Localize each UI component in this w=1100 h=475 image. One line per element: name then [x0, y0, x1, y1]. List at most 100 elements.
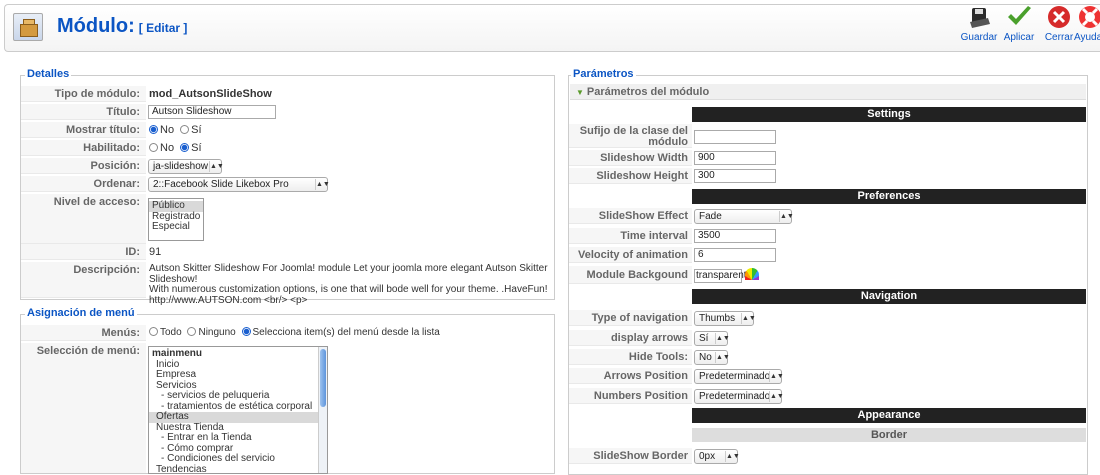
- chevron-updown-icon: ▲▼: [769, 391, 784, 402]
- velocity-input[interactable]: 6: [694, 248, 776, 262]
- show-title-no-radio[interactable]: [149, 125, 158, 134]
- arrows-value: Sí: [699, 333, 709, 344]
- menus-all-radio[interactable]: [149, 327, 158, 336]
- menu-item[interactable]: - Entrar en la Tienda: [149, 432, 327, 444]
- chevron-updown-icon: ▲▼: [715, 333, 730, 344]
- background-label: Module Backgound: [569, 266, 692, 284]
- row-menu-selection: Selección de menú: mainmenu Inicio Empresa…: [21, 343, 554, 474]
- chevron-updown-icon: ▲▼: [725, 451, 740, 462]
- menu-assignment-fieldset: Asignación de menú Menús: Todo Ninguno S…: [20, 307, 555, 474]
- menu-assignment-legend: Asignación de menú: [25, 307, 137, 319]
- hide-tools-select[interactable]: No ▲▼: [694, 350, 730, 365]
- section-preferences: Preferences: [692, 189, 1086, 204]
- chevron-updown-icon: ▲▼: [741, 313, 756, 324]
- menu-item[interactable]: - servicios de peluqueria: [149, 390, 327, 402]
- arrows-position-value: Predeterminado: [699, 371, 771, 382]
- position-value: ja-slideshow: [153, 161, 209, 172]
- slideshow-border-label: SlideShow Border: [569, 448, 692, 464]
- show-title-label: Mostrar título:: [21, 122, 146, 138]
- row-description: Descripción: Autson Skitter Slideshow Fo…: [21, 262, 554, 305]
- section-navigation: Navigation: [692, 289, 1086, 304]
- row-order: Ordenar: 2::Facebook Slide Likebox Pro ▲…: [21, 176, 554, 192]
- menu-item[interactable]: mainmenu: [149, 348, 327, 360]
- background-input[interactable]: transparent: [694, 269, 747, 283]
- page-header: Módulo:[ Editar ]: [4, 4, 1100, 52]
- menus-all-label: Todo: [160, 327, 182, 338]
- width-input[interactable]: 900: [694, 151, 776, 165]
- velocity-label: Velocity of animation: [569, 247, 692, 263]
- close-icon: [1045, 4, 1073, 30]
- nav-type-select[interactable]: Thumbs ▲▼: [694, 311, 756, 326]
- interval-input[interactable]: 3500: [694, 229, 776, 243]
- menu-item[interactable]: Ofertas: [149, 411, 327, 423]
- menu-item[interactable]: Empresa: [149, 369, 327, 381]
- interval-label: Time interval: [569, 228, 692, 244]
- description-line: http://www.AUTSON.com <br/> <p>: [149, 294, 308, 306]
- chevron-updown-icon: ▲▼: [715, 352, 730, 363]
- show-title-yes-radio[interactable]: [180, 125, 190, 134]
- access-label: Nivel de acceso:: [21, 194, 146, 244]
- enabled-label: Habilitado:: [21, 140, 146, 156]
- slideshow-border-select[interactable]: 0px ▲▼: [694, 449, 740, 464]
- module-icon: [13, 13, 43, 41]
- color-picker-icon[interactable]: [745, 268, 759, 280]
- order-select[interactable]: 2::Facebook Slide Likebox Pro ▲▼: [148, 177, 330, 192]
- row-enabled: Habilitado: No Sí: [21, 140, 554, 156]
- row-show-title: Mostrar título: No Sí: [21, 122, 554, 138]
- menu-selection-label: Selección de menú:: [21, 343, 146, 473]
- row-access: Nivel de acceso: Público Registrado Espe…: [21, 194, 554, 244]
- hide-tools-label: Hide Tools:: [569, 349, 692, 365]
- help-label: Ayuda: [1074, 32, 1100, 43]
- menus-none-radio[interactable]: [187, 327, 197, 336]
- nav-type-value: Thumbs: [699, 313, 736, 324]
- enabled-no-radio[interactable]: [149, 143, 158, 152]
- menu-item[interactable]: - Condiciones del servicio: [149, 453, 327, 465]
- panel-title: Parámetros del módulo: [586, 86, 710, 98]
- parameters-fieldset: Parámetros ▼ Parámetros del módulo Settin…: [568, 68, 1088, 475]
- menus-select-radio[interactable]: [241, 327, 251, 336]
- suffix-input[interactable]: [694, 130, 776, 144]
- subsection-border: Border: [692, 428, 1086, 442]
- scrollbar-thumb[interactable]: [320, 349, 326, 407]
- id-value: 91: [149, 246, 162, 258]
- chevron-updown-icon: ▲▼: [769, 371, 784, 382]
- chevron-updown-icon: ▲▼: [315, 179, 330, 190]
- height-input[interactable]: 300: [694, 169, 776, 183]
- details-legend: Detalles: [25, 68, 72, 80]
- enabled-no-label: No: [160, 142, 175, 154]
- module-type-label: Tipo de módulo:: [21, 86, 146, 102]
- arrows-label: display arrows: [569, 330, 692, 346]
- title-input[interactable]: Autson Slideshow: [148, 105, 276, 119]
- position-select[interactable]: ja-slideshow ▲▼: [148, 159, 224, 174]
- menu-selection-listbox[interactable]: mainmenu Inicio Empresa Servicios - servicio…: [148, 346, 328, 474]
- triangle-down-icon: ▼: [576, 88, 584, 97]
- section-settings: Settings: [692, 107, 1086, 122]
- row-menus: Menús: Todo Ninguno Selecciona item(s) d…: [21, 325, 554, 341]
- nav-type-label: Type of navigation: [569, 310, 692, 326]
- help-button[interactable]: Ayuda: [1074, 2, 1100, 46]
- menu-item[interactable]: Tendencias: [149, 464, 327, 473]
- effect-value: Fade: [699, 211, 722, 222]
- height-label: Slideshow Height: [569, 168, 692, 184]
- module-parameters-panel-header[interactable]: ▼ Parámetros del módulo: [570, 84, 1086, 100]
- access-option[interactable]: Especial: [149, 221, 203, 233]
- row-id: ID: 91: [21, 244, 554, 260]
- effect-select[interactable]: Fade ▲▼: [694, 209, 794, 224]
- menus-select-label: Selecciona item(s) del menú desde la lis…: [252, 327, 440, 338]
- page-title: Módulo:[ Editar ]: [57, 15, 187, 38]
- show-title-no-label: No: [160, 124, 175, 136]
- arrows-select[interactable]: Sí ▲▼: [694, 331, 730, 346]
- menus-radios: Todo Ninguno Selecciona item(s) del menú…: [149, 325, 440, 341]
- listbox-scrollbar[interactable]: [318, 347, 327, 473]
- toolbar: Guardar Aplicar Cerrar Ayuda: [958, 2, 1100, 46]
- enabled-yes-radio[interactable]: [180, 143, 190, 152]
- access-option[interactable]: Público: [149, 200, 203, 212]
- numbers-position-select[interactable]: Predeterminado ▲▼: [694, 389, 784, 404]
- arrows-position-select[interactable]: Predeterminado ▲▼: [694, 369, 784, 384]
- show-title-radios: No Sí: [149, 122, 202, 138]
- description-line: With numerous customization options, is …: [149, 284, 548, 295]
- description-label: Descripción:: [21, 262, 146, 298]
- slideshow-border-value: 0px: [699, 451, 716, 462]
- access-listbox[interactable]: Público Registrado Especial: [148, 198, 204, 241]
- parameters-legend: Parámetros: [571, 68, 636, 80]
